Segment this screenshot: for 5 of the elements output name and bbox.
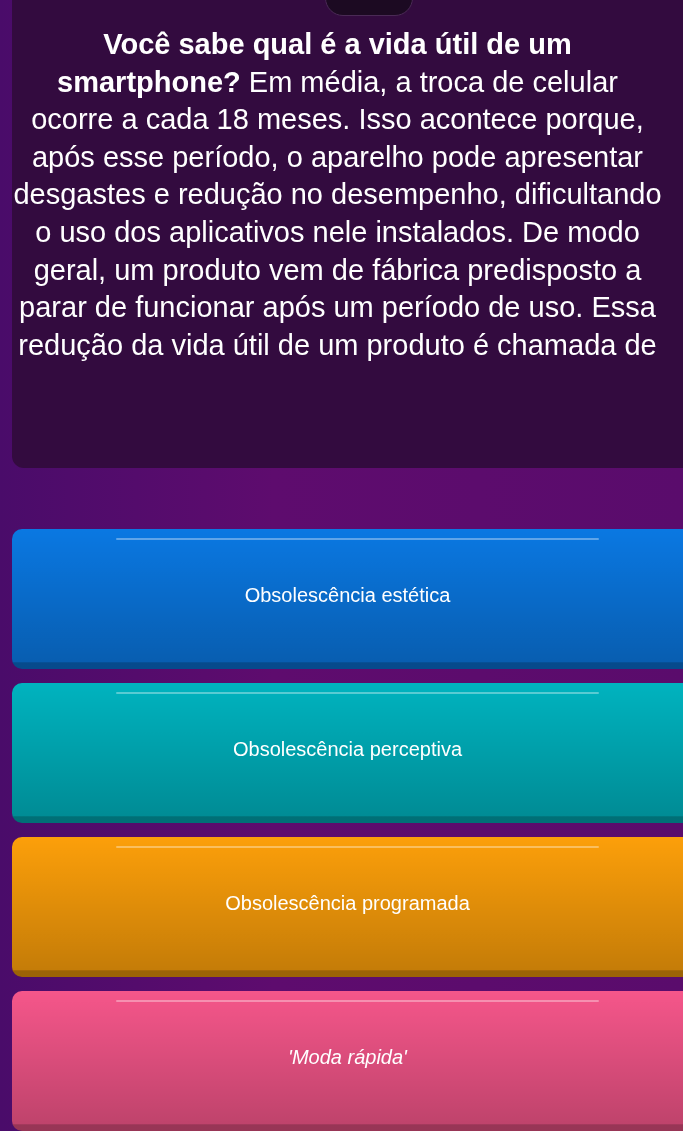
question-text: Você sabe qual é a vida útil de um smartphone? Em média, a troca de celular ocorre a cada 18 meses. Isso acontece porque, após esse período, o aparelho pode apresentar desgastes e redução no desempenho, dificultando o uso dos aplicativos nele instalados. De modo geral, um produto vem de fábrica predisposto a parar de funcionar após um período de uso. Essa redução da vida útil de um produto é chamada de	[12, 27, 663, 363]
answer-option[interactable]: Obsolescência programada	[12, 837, 683, 977]
answer-option[interactable]: Obsolescência perceptiva	[12, 683, 683, 823]
answer-option[interactable]: Obsolescência estética	[12, 529, 683, 669]
answer-option[interactable]: 'Moda rápida'	[12, 991, 683, 1131]
